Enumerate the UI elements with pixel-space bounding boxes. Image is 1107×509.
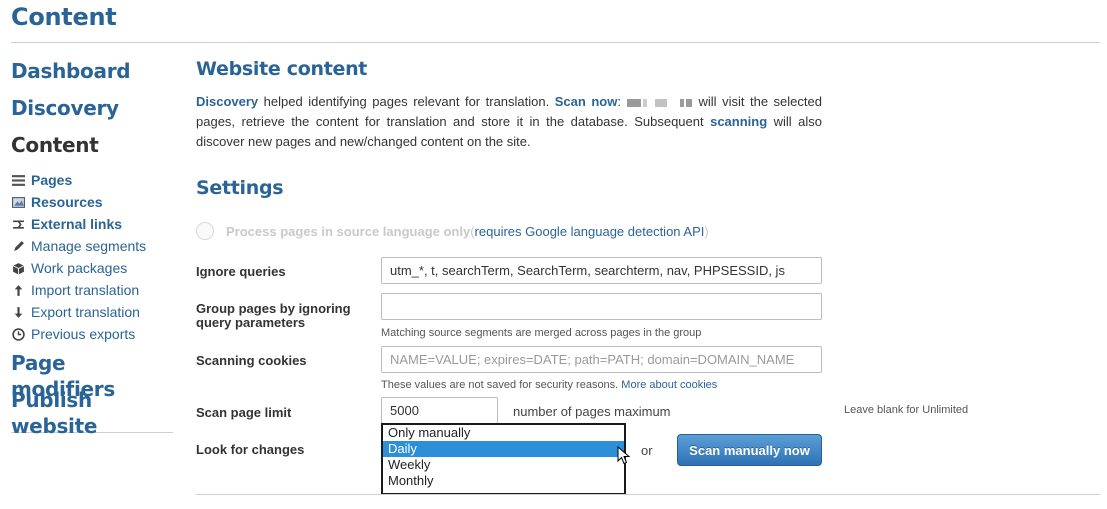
look-for-changes-label: Look for changes: [196, 442, 305, 457]
nav-page-modifiers[interactable]: Page modifiers: [11, 350, 173, 401]
sidebar-item-previous-exports[interactable]: Previous exports: [11, 323, 173, 345]
sidebar: Dashboard Discovery Content Pages Resour…: [11, 58, 173, 438]
discovery-link[interactable]: Discovery: [196, 94, 258, 109]
arrow-down-icon: [11, 305, 25, 319]
option-daily[interactable]: Daily: [383, 441, 624, 457]
scanning-cookies-label: Scanning cookies: [196, 353, 307, 368]
sidebar-item-label: Manage segments: [31, 238, 147, 254]
scan-page-limit-label: Scan page limit: [196, 405, 292, 420]
look-for-changes-dropdown[interactable]: Only manually Daily Weekly Monthly: [381, 423, 626, 495]
group-pages-label: Group pages by ignoring query parameters: [196, 301, 351, 330]
sidebar-item-label: Previous exports: [31, 326, 136, 342]
sidebar-item-label: Import translation: [31, 282, 140, 298]
nav-content[interactable]: Content: [11, 132, 173, 169]
ignore-queries-label: Ignore queries: [196, 264, 286, 279]
settings-heading: Settings: [196, 177, 284, 199]
sidebar-item-manage-segments[interactable]: Manage segments: [11, 235, 173, 257]
sidebar-item-label: External links: [31, 216, 123, 232]
arrow-up-icon: [11, 283, 25, 297]
sidebar-item-label: Pages: [31, 172, 73, 188]
sidebar-item-export-translation[interactable]: Export translation: [11, 301, 173, 323]
nav-dashboard[interactable]: Dashboard: [11, 58, 173, 95]
scanning-cookies-input[interactable]: [381, 346, 822, 373]
redacted-text: [626, 94, 693, 109]
group-pages-hint: Matching source segments are merged acro…: [381, 327, 702, 339]
website-content-heading: Website content: [196, 58, 368, 80]
process-source-only-option: Process pages in source language only ( …: [196, 222, 709, 240]
sidebar-item-pages[interactable]: Pages: [11, 169, 173, 191]
mouse-cursor-icon: [617, 446, 631, 465]
scan-page-limit-units: number of pages maximum: [513, 404, 671, 419]
or-label: or: [641, 443, 653, 458]
option-only-manually[interactable]: Only manually: [383, 425, 624, 441]
process-source-only-label: Process pages in source language only: [226, 223, 471, 239]
image-icon: [11, 195, 25, 209]
sidebar-item-label: Work packages: [31, 260, 128, 276]
clock-icon: [11, 327, 25, 341]
language-detection-api-link[interactable]: requires Google language detection API: [475, 224, 705, 239]
scanning-link[interactable]: scanning: [710, 114, 767, 129]
package-icon: [11, 261, 25, 275]
option-monthly[interactable]: Monthly: [383, 473, 624, 489]
scan-page-limit-input[interactable]: [381, 397, 498, 424]
sidebar-item-label: Resources: [31, 194, 103, 210]
scanning-cookies-hint: These values are not saved for security …: [381, 379, 718, 391]
sidebar-item-external-links[interactable]: External links: [11, 213, 173, 235]
intro-paragraph: Discovery helped identifying pages relev…: [196, 94, 823, 149]
option-weekly[interactable]: Weekly: [383, 457, 624, 473]
sidebar-item-import-translation[interactable]: Import translation: [11, 279, 173, 301]
top-divider: [11, 42, 1100, 43]
link-icon: [11, 217, 25, 231]
sidebar-item-label: Export translation: [31, 304, 140, 320]
group-pages-input[interactable]: [381, 293, 822, 320]
ignore-queries-input[interactable]: [381, 257, 822, 284]
more-about-cookies-link[interactable]: More about cookies: [621, 379, 717, 391]
sidebar-item-resources[interactable]: Resources: [11, 191, 173, 213]
nav-discovery[interactable]: Discovery: [11, 95, 173, 132]
scan-now-link[interactable]: Scan now: [555, 94, 618, 109]
scan-page-limit-note: Leave blank for Unlimited: [844, 404, 969, 416]
main-content: Website content Discovery helped identif…: [196, 58, 1101, 495]
pencil-icon: [11, 239, 25, 253]
sidebar-item-work-packages[interactable]: Work packages: [11, 257, 173, 279]
process-source-only-radio[interactable]: [196, 222, 214, 240]
page-title: Content: [11, 3, 117, 31]
bottom-divider: [196, 494, 1100, 495]
scan-manually-now-button[interactable]: Scan manually now: [677, 434, 822, 466]
list-icon: [11, 173, 25, 187]
